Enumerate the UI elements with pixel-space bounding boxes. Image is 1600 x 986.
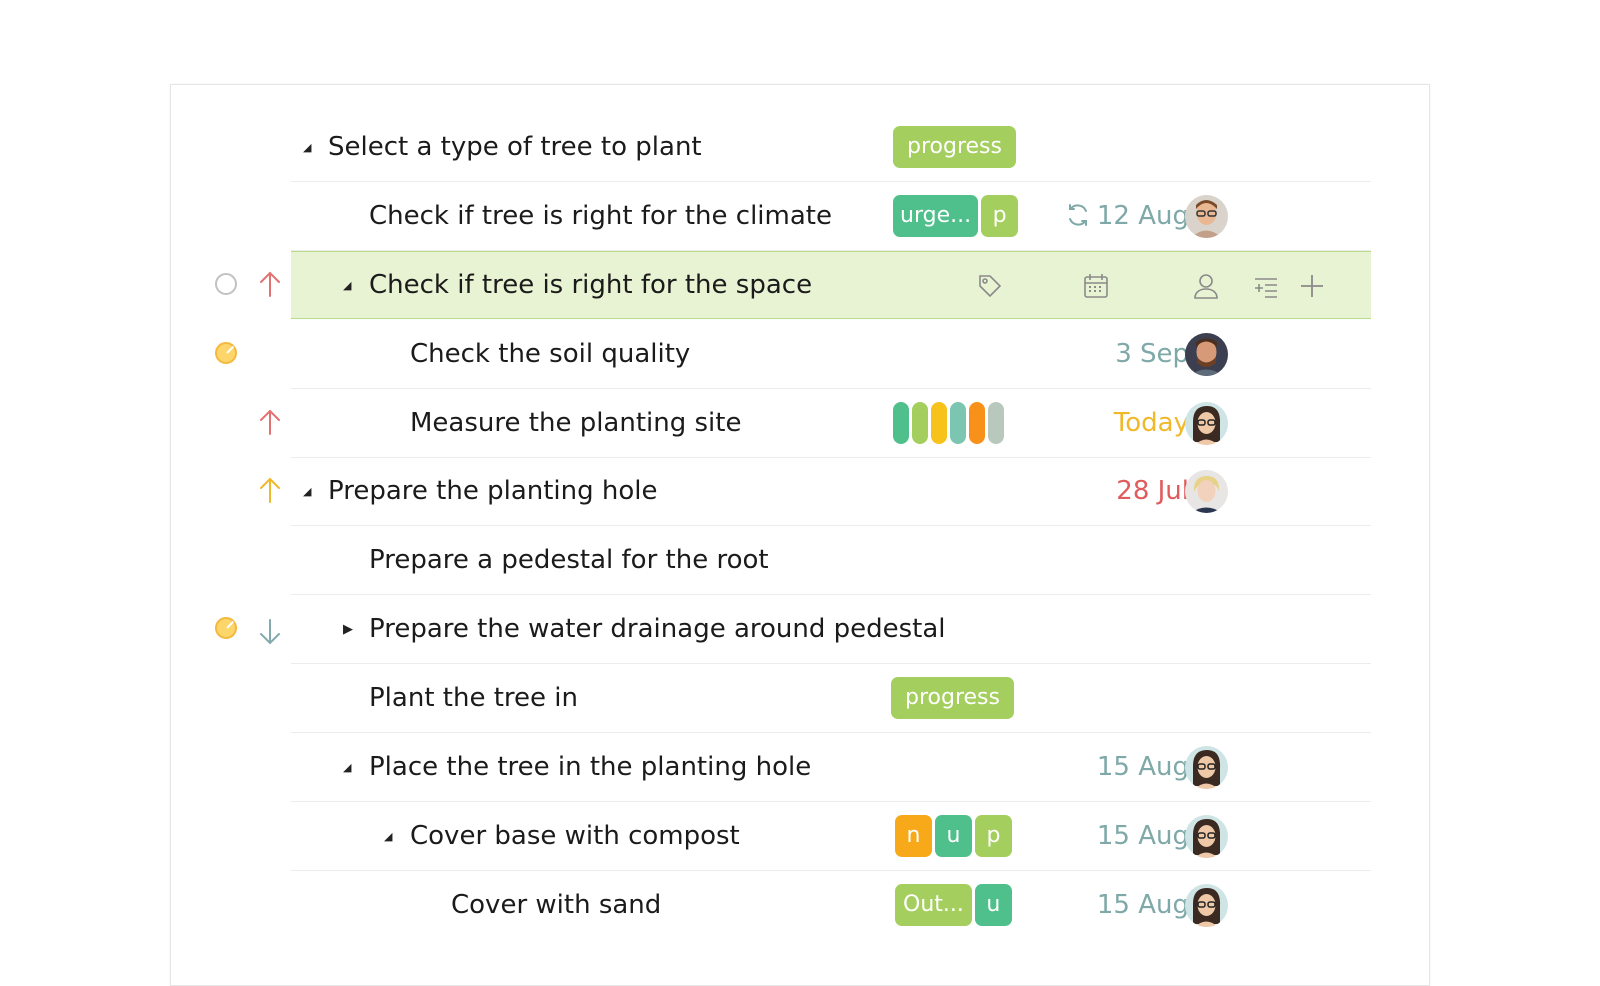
tag-color-chip[interactable] bbox=[912, 402, 928, 444]
collapse-caret-icon[interactable]: ◢ bbox=[384, 802, 392, 871]
due-date[interactable]: 15 Aug bbox=[1097, 802, 1189, 871]
avatar[interactable] bbox=[1185, 195, 1228, 238]
task-row[interactable]: Check if tree is right for the climate u… bbox=[171, 182, 1429, 251]
task-row[interactable]: ▶ Prepare the water drainage around pede… bbox=[171, 595, 1429, 664]
tag-color-chip[interactable] bbox=[950, 402, 966, 444]
task-title[interactable]: Check if tree is right for the space bbox=[369, 251, 812, 320]
priority-high-icon[interactable] bbox=[257, 269, 283, 299]
tag-progress[interactable]: p bbox=[981, 195, 1019, 237]
tag-color-chip[interactable] bbox=[969, 402, 985, 444]
avatar[interactable] bbox=[1185, 815, 1228, 858]
task-row[interactable]: Measure the planting site Today bbox=[171, 389, 1429, 458]
task-row[interactable]: Plant the tree in progress bbox=[171, 664, 1429, 733]
collapse-caret-icon[interactable]: ◢ bbox=[343, 251, 351, 320]
tag-n[interactable]: n bbox=[895, 815, 932, 857]
task-title[interactable]: Place the tree in the planting hole bbox=[369, 733, 811, 802]
person-icon[interactable] bbox=[1193, 273, 1219, 299]
task-title[interactable]: Check if tree is right for the climate bbox=[369, 182, 832, 251]
task-title[interactable]: Check the soil quality bbox=[410, 320, 690, 389]
due-date[interactable]: Today bbox=[1114, 389, 1189, 458]
tag-u[interactable]: u bbox=[974, 884, 1012, 926]
task-title[interactable]: Prepare the planting hole bbox=[328, 457, 658, 526]
priority-low-icon[interactable] bbox=[257, 617, 283, 647]
repeat-icon bbox=[1068, 204, 1087, 226]
add-subtask-icon[interactable] bbox=[1253, 273, 1279, 299]
due-date[interactable]: 3 Sep bbox=[1115, 320, 1189, 389]
task-row[interactable]: ◢ Select a type of tree to plant progres… bbox=[171, 113, 1429, 182]
task-row[interactable]: ◢ Place the tree in the planting hole 15… bbox=[171, 733, 1429, 802]
collapse-caret-icon[interactable]: ◢ bbox=[303, 113, 311, 182]
avatar[interactable] bbox=[1185, 746, 1228, 789]
due-date[interactable]: 15 Aug bbox=[1097, 733, 1189, 802]
task-title[interactable]: Prepare the water drainage around pedest… bbox=[369, 595, 946, 664]
collapse-caret-icon[interactable]: ◢ bbox=[303, 457, 311, 526]
due-date[interactable]: 28 Jul bbox=[1116, 457, 1189, 526]
tag-progress[interactable]: progress bbox=[891, 677, 1014, 719]
task-title[interactable]: Plant the tree in bbox=[369, 664, 578, 733]
due-date[interactable]: 12 Aug bbox=[1065, 182, 1189, 251]
tag-color-chip[interactable] bbox=[893, 402, 909, 444]
task-row[interactable]: Prepare a pedestal for the root bbox=[171, 526, 1429, 595]
avatar[interactable] bbox=[1185, 402, 1228, 445]
tag-outdoor[interactable]: Out... bbox=[895, 884, 972, 926]
avatar[interactable] bbox=[1185, 884, 1228, 927]
calendar-icon[interactable] bbox=[1083, 273, 1109, 299]
task-title[interactable]: Prepare a pedestal for the root bbox=[369, 526, 769, 595]
tag-progress[interactable]: progress bbox=[893, 126, 1016, 168]
task-title[interactable]: Measure the planting site bbox=[410, 389, 741, 458]
tag-urgent[interactable]: urge... bbox=[893, 195, 979, 237]
plus-icon[interactable] bbox=[1299, 273, 1325, 299]
task-list-panel: ◢ Select a type of tree to plant progres… bbox=[170, 84, 1430, 986]
tag-p[interactable]: p bbox=[975, 815, 1012, 857]
task-title[interactable]: Select a type of tree to plant bbox=[328, 113, 702, 182]
task-row[interactable]: Check the soil quality 3 Sep bbox=[171, 320, 1429, 389]
avatar[interactable] bbox=[1185, 470, 1228, 513]
expand-caret-icon[interactable]: ▶ bbox=[343, 595, 353, 664]
priority-high-icon[interactable] bbox=[257, 407, 283, 437]
status-in-progress-icon[interactable] bbox=[215, 617, 237, 639]
task-title[interactable]: Cover base with compost bbox=[410, 802, 740, 871]
status-in-progress-icon[interactable] bbox=[215, 342, 237, 364]
avatar[interactable] bbox=[1185, 333, 1228, 376]
task-row-selected[interactable]: ◢ Check if tree is right for the space bbox=[171, 251, 1429, 320]
tag-icon[interactable] bbox=[977, 273, 1003, 299]
task-row[interactable]: ◢ Cover base with compost n u p 15 Aug bbox=[171, 802, 1429, 871]
status-circle-icon[interactable] bbox=[215, 273, 237, 295]
collapse-caret-icon[interactable]: ◢ bbox=[343, 733, 351, 802]
tag-u[interactable]: u bbox=[935, 815, 972, 857]
task-row[interactable]: ◢ Prepare the planting hole 28 Jul bbox=[171, 457, 1429, 526]
tag-color-chip[interactable] bbox=[988, 402, 1004, 444]
priority-medium-icon[interactable] bbox=[257, 475, 283, 505]
due-date-text: 12 Aug bbox=[1096, 201, 1189, 231]
tag-color-chip[interactable] bbox=[931, 402, 947, 444]
